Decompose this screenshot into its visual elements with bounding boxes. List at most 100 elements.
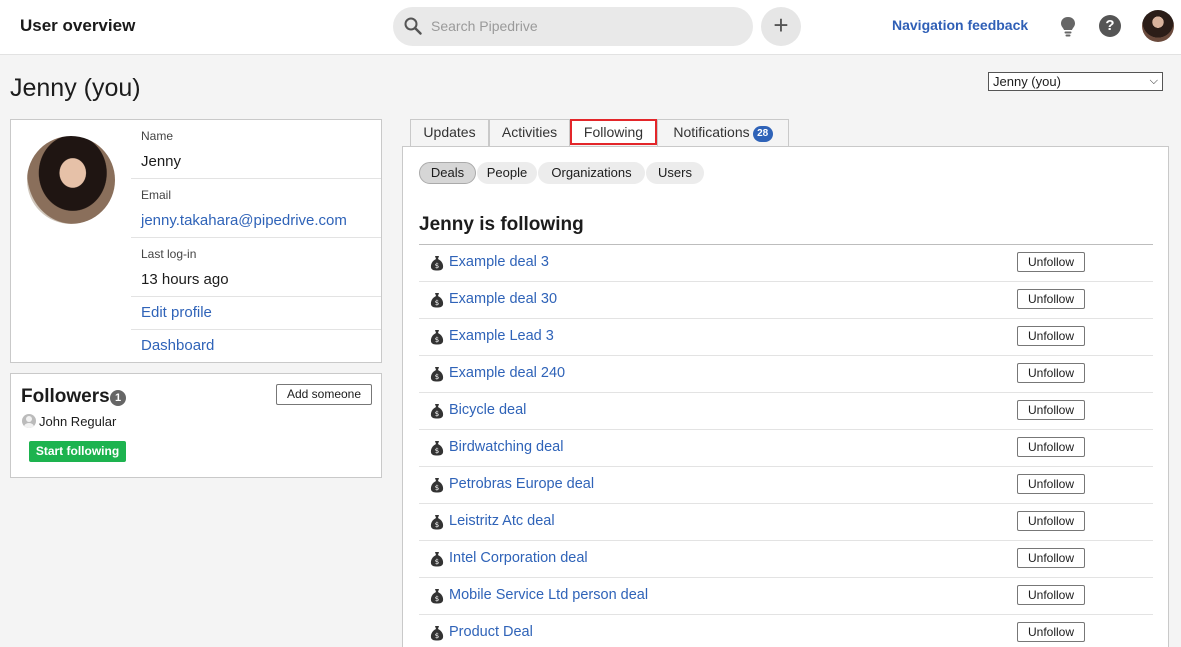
subtab-people[interactable]: People	[477, 162, 537, 184]
svg-text:$: $	[435, 336, 439, 344]
list-item: $ Mobile Service Ltd person deal Unfollow	[419, 578, 1153, 615]
list-item: $ Leistritz Atc deal Unfollow	[419, 504, 1153, 541]
unfollow-button[interactable]: Unfollow	[1017, 400, 1085, 420]
list-item: $ Petrobras Europe deal Unfollow	[419, 467, 1153, 504]
unfollow-button[interactable]: Unfollow	[1017, 289, 1085, 309]
subtab-organizations[interactable]: Organizations	[538, 162, 645, 184]
money-bag-icon: $	[430, 330, 444, 345]
deal-link[interactable]: Mobile Service Ltd person deal	[449, 587, 648, 603]
money-bag-icon: $	[430, 552, 444, 567]
deal-link[interactable]: Leistritz Atc deal	[449, 513, 555, 529]
search-icon	[404, 17, 422, 35]
tab-updates[interactable]: Updates	[410, 119, 489, 146]
svg-text:$: $	[435, 484, 439, 492]
svg-text:$: $	[435, 595, 439, 603]
deal-link[interactable]: Bicycle deal	[449, 402, 526, 418]
money-bag-icon: $	[430, 256, 444, 271]
deal-link[interactable]: Example deal 240	[449, 365, 565, 381]
deal-link[interactable]: Intel Corporation deal	[449, 550, 588, 566]
navigation-feedback-link[interactable]: Navigation feedback	[892, 17, 1028, 33]
search-placeholder: Search Pipedrive	[431, 18, 538, 34]
name-field: Name Jenny	[131, 120, 381, 179]
edit-profile-row: Edit profile	[131, 297, 381, 330]
deal-link[interactable]: Birdwatching deal	[449, 439, 563, 455]
svg-text:$: $	[435, 299, 439, 307]
tab-notifications-label: Notifications	[673, 124, 750, 140]
deal-link[interactable]: Petrobras Europe deal	[449, 476, 594, 492]
name-value: Jenny	[141, 153, 182, 170]
svg-text:$: $	[435, 521, 439, 529]
unfollow-button[interactable]: Unfollow	[1017, 252, 1085, 272]
tab-following[interactable]: Following	[570, 119, 657, 145]
money-bag-icon: $	[430, 441, 444, 456]
add-someone-button[interactable]: Add someone	[276, 384, 372, 405]
money-bag-icon: $	[430, 367, 444, 382]
unfollow-button[interactable]: Unfollow	[1017, 437, 1085, 457]
deal-link[interactable]: Product Deal	[449, 624, 533, 640]
svg-text:$: $	[435, 632, 439, 640]
follower-item[interactable]: John Regular	[22, 414, 116, 429]
list-item: $ Example deal 240 Unfollow	[419, 356, 1153, 393]
money-bag-icon: $	[430, 293, 444, 308]
unfollow-button[interactable]: Unfollow	[1017, 474, 1085, 494]
list-item: $ Product Deal Unfollow	[419, 615, 1153, 647]
followers-count-badge: 1	[110, 390, 126, 406]
search-input[interactable]: Search Pipedrive	[393, 7, 753, 46]
email-label: Email	[141, 188, 172, 202]
svg-text:$: $	[435, 447, 439, 455]
unfollow-button[interactable]: Unfollow	[1017, 548, 1085, 568]
app-title: User overview	[20, 16, 136, 35]
tab-activities[interactable]: Activities	[489, 119, 570, 146]
list-item: $ Example deal 30 Unfollow	[419, 282, 1153, 319]
person-icon	[22, 414, 36, 428]
lightbulb-icon[interactable]	[1059, 16, 1077, 38]
edit-profile-link[interactable]: Edit profile	[141, 304, 212, 321]
following-title: Jenny is following	[419, 214, 584, 235]
followers-card: Followers 1 Add someone John Regular Sta…	[10, 373, 382, 478]
tab-notifications[interactable]: Notifications 28	[657, 119, 789, 146]
last-login-field: Last log-in 13 hours ago	[131, 238, 381, 297]
profile-card: Name Jenny Email jenny.takahara@pipedriv…	[10, 119, 382, 363]
list-item: $ Bicycle deal Unfollow	[419, 393, 1153, 430]
help-icon[interactable]: ?	[1099, 15, 1121, 37]
money-bag-icon: $	[430, 404, 444, 419]
unfollow-button[interactable]: Unfollow	[1017, 622, 1085, 642]
list-item: $ Intel Corporation deal Unfollow	[419, 541, 1153, 578]
name-label: Name	[141, 129, 174, 143]
top-bar: User overview Search Pipedrive + Navigat…	[0, 0, 1181, 55]
quick-add-button[interactable]: +	[761, 7, 801, 46]
unfollow-button[interactable]: Unfollow	[1017, 585, 1085, 605]
profile-avatar	[27, 136, 115, 224]
followers-title: Followers	[21, 386, 110, 407]
start-following-button[interactable]: Start following	[29, 441, 126, 462]
dashboard-link[interactable]: Dashboard	[141, 337, 214, 354]
unfollow-button[interactable]: Unfollow	[1017, 511, 1085, 531]
page-title: Jenny (you)	[10, 74, 141, 102]
deal-link[interactable]: Example deal 3	[449, 254, 549, 270]
following-panel: Deals People Organizations Users Jenny i…	[402, 146, 1169, 647]
unfollow-button[interactable]: Unfollow	[1017, 326, 1085, 346]
svg-text:$: $	[435, 558, 439, 566]
chevron-down-icon: ⌵	[1149, 75, 1158, 87]
money-bag-icon: $	[430, 626, 444, 641]
list-item: $ Birdwatching deal Unfollow	[419, 430, 1153, 467]
email-link[interactable]: jenny.takahara@pipedrive.com	[141, 212, 347, 229]
money-bag-icon: $	[430, 589, 444, 604]
money-bag-icon: $	[430, 478, 444, 493]
notifications-count-badge: 28	[752, 126, 773, 142]
svg-text:$: $	[435, 262, 439, 270]
user-avatar[interactable]	[1142, 10, 1174, 42]
subtab-users[interactable]: Users	[646, 162, 704, 184]
deal-link[interactable]: Example Lead 3	[449, 328, 554, 344]
subtab-deals[interactable]: Deals	[419, 162, 476, 184]
email-field: Email jenny.takahara@pipedrive.com	[131, 179, 381, 238]
list-item: $ Example deal 3 Unfollow	[419, 245, 1153, 282]
last-login-value: 13 hours ago	[141, 271, 229, 288]
svg-text:$: $	[435, 373, 439, 381]
user-select[interactable]: Jenny (you) ⌵	[988, 72, 1163, 91]
svg-text:$: $	[435, 410, 439, 418]
list-item: $ Example Lead 3 Unfollow	[419, 319, 1153, 356]
deal-link[interactable]: Example deal 30	[449, 291, 557, 307]
unfollow-button[interactable]: Unfollow	[1017, 363, 1085, 383]
follower-name: John Regular	[39, 414, 117, 429]
